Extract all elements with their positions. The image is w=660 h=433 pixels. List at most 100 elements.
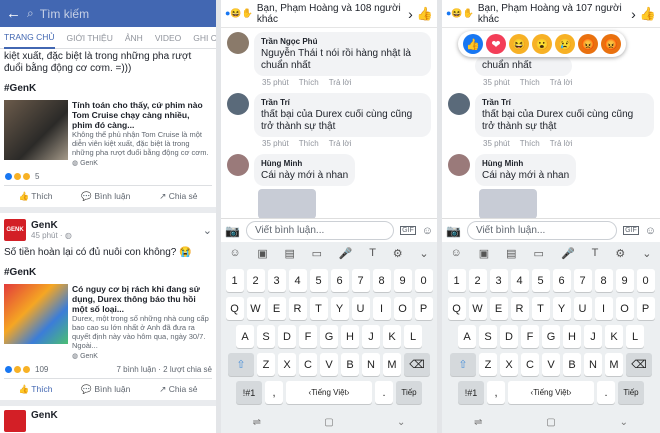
key-o[interactable]: O: [615, 297, 634, 320]
comment-reply[interactable]: Trả lời: [550, 139, 573, 148]
key-i[interactable]: I: [372, 297, 391, 320]
camera-icon[interactable]: 📷: [446, 224, 461, 238]
tab-photos[interactable]: ẢNH: [125, 33, 143, 43]
shift-key[interactable]: ⇧: [228, 353, 254, 376]
angry-reaction-icon[interactable]: 😡: [601, 34, 621, 54]
comment-author[interactable]: Hùng Minh: [261, 158, 348, 170]
chevron-down-icon[interactable]: ⌄: [642, 247, 651, 260]
comment-bubble[interactable]: Trần Ngọc Phú Nguyễn Thái t nói rồi hàng …: [254, 32, 431, 76]
comment-image[interactable]: [479, 189, 537, 219]
key-h[interactable]: H: [341, 325, 359, 348]
like-reaction-icon[interactable]: 👍: [463, 34, 483, 54]
mic-icon[interactable]: 🎤: [339, 247, 353, 260]
comment-bubble[interactable]: chuẩn nhất: [475, 56, 573, 76]
genk-logo[interactable]: [4, 410, 26, 432]
key-p[interactable]: P: [414, 297, 433, 320]
comment-bubble[interactable]: Trần Trí thất bại của Durex cuối cùng cũn…: [254, 93, 431, 137]
key-q[interactable]: Q: [225, 297, 244, 320]
symbols-key[interactable]: !#1: [236, 381, 262, 404]
avatar[interactable]: [448, 154, 470, 176]
avatar[interactable]: [448, 56, 470, 78]
key-c[interactable]: C: [299, 353, 317, 376]
space-key[interactable]: ‹ Tiếng Việt ›: [286, 381, 372, 404]
post-hashtag[interactable]: #GenK: [4, 83, 212, 94]
share-button[interactable]: ↗ Chia sẻ: [159, 384, 197, 395]
post-author[interactable]: GenK: [31, 410, 58, 433]
like-thumb-outline-icon[interactable]: 👍: [640, 6, 656, 22]
key-r[interactable]: R: [288, 297, 307, 320]
gif-icon[interactable]: ▤: [285, 247, 295, 260]
key-b[interactable]: B: [563, 353, 581, 376]
key-2[interactable]: 2: [246, 269, 265, 292]
key-0[interactable]: 0: [636, 269, 655, 292]
like-thumb-icon[interactable]: 👍: [417, 6, 433, 22]
key-t[interactable]: T: [309, 297, 328, 320]
key-0[interactable]: 0: [414, 269, 433, 292]
clipboard-icon[interactable]: ▭: [534, 247, 544, 260]
space-key[interactable]: ‹ Tiếng Việt ›: [508, 381, 594, 404]
key-k[interactable]: K: [383, 325, 401, 348]
key-3[interactable]: 3: [267, 269, 286, 292]
key-v[interactable]: V: [542, 353, 560, 376]
key-t[interactable]: T: [531, 297, 550, 320]
key-3[interactable]: 3: [489, 269, 508, 292]
symbols-key[interactable]: !#1: [458, 381, 484, 404]
key-f[interactable]: F: [521, 325, 539, 348]
comment-button[interactable]: 💬 Bình luận: [81, 384, 130, 395]
reactions-summary[interactable]: Bạn, Phạm Hoàng và 108 người khác: [257, 3, 404, 25]
key-5[interactable]: 5: [531, 269, 550, 292]
angry-reaction-icon[interactable]: 😡: [578, 34, 598, 54]
key-5[interactable]: 5: [309, 269, 328, 292]
key-j[interactable]: J: [584, 325, 602, 348]
key-1[interactable]: 1: [447, 269, 466, 292]
link-preview[interactable]: Có nguy cơ bị rách khi đang sử dụng, Dur…: [4, 284, 212, 360]
tab-home[interactable]: TRANG CHỦ: [4, 27, 55, 49]
comment-author[interactable]: Trần Trí: [261, 97, 424, 109]
avatar[interactable]: [227, 32, 249, 54]
gif-button[interactable]: GIF: [623, 226, 639, 235]
chevron-down-icon[interactable]: ⌄: [419, 247, 428, 260]
chevron-right-icon[interactable]: ›: [408, 6, 413, 22]
emoji-icon[interactable]: ☺: [451, 247, 462, 259]
comment-bubble[interactable]: Hùng Minh Cái này mới à nhan: [475, 154, 577, 186]
key-o[interactable]: O: [393, 297, 412, 320]
recents-icon[interactable]: ⇌: [474, 417, 482, 428]
back-icon[interactable]: ⌄: [620, 417, 628, 428]
key-y[interactable]: Y: [330, 297, 349, 320]
recents-icon[interactable]: ⇌: [253, 417, 261, 428]
wow-reaction-icon[interactable]: 😮: [532, 34, 552, 54]
avatar[interactable]: [227, 154, 249, 176]
sticker-icon[interactable]: ▣: [479, 247, 489, 260]
key-w[interactable]: W: [246, 297, 265, 320]
key-g[interactable]: G: [542, 325, 560, 348]
comment-button[interactable]: 💬 Bình luận: [81, 191, 130, 202]
post-author[interactable]: GenK: [31, 220, 72, 231]
key-8[interactable]: 8: [372, 269, 391, 292]
key-9[interactable]: 9: [393, 269, 412, 292]
key-c[interactable]: C: [521, 353, 539, 376]
period-key[interactable]: .: [375, 381, 393, 404]
haha-reaction-icon[interactable]: 😆: [509, 34, 529, 54]
key-s[interactable]: S: [257, 325, 275, 348]
key-k[interactable]: K: [605, 325, 623, 348]
comment-like[interactable]: Thích: [520, 78, 540, 87]
settings-icon[interactable]: ⚙: [393, 247, 403, 260]
share-button[interactable]: ↗ Chia sẻ: [159, 191, 197, 202]
key-z[interactable]: Z: [479, 353, 497, 376]
key-m[interactable]: M: [605, 353, 623, 376]
comment-author[interactable]: Trần Trí: [482, 97, 647, 109]
key-h[interactable]: H: [563, 325, 581, 348]
key-a[interactable]: A: [236, 325, 254, 348]
genk-logo[interactable]: GENK: [4, 219, 26, 241]
key-8[interactable]: 8: [594, 269, 613, 292]
enter-key[interactable]: Tiếp: [396, 381, 422, 404]
comment-like[interactable]: Thích: [299, 78, 319, 87]
key-x[interactable]: X: [500, 353, 518, 376]
key-y[interactable]: Y: [552, 297, 571, 320]
tab-video[interactable]: VIDEO: [155, 33, 181, 43]
comma-key[interactable]: ,: [487, 381, 505, 404]
key-4[interactable]: 4: [288, 269, 307, 292]
key-7[interactable]: 7: [573, 269, 592, 292]
like-button[interactable]: 👍 Thích: [18, 384, 52, 395]
key-4[interactable]: 4: [510, 269, 529, 292]
